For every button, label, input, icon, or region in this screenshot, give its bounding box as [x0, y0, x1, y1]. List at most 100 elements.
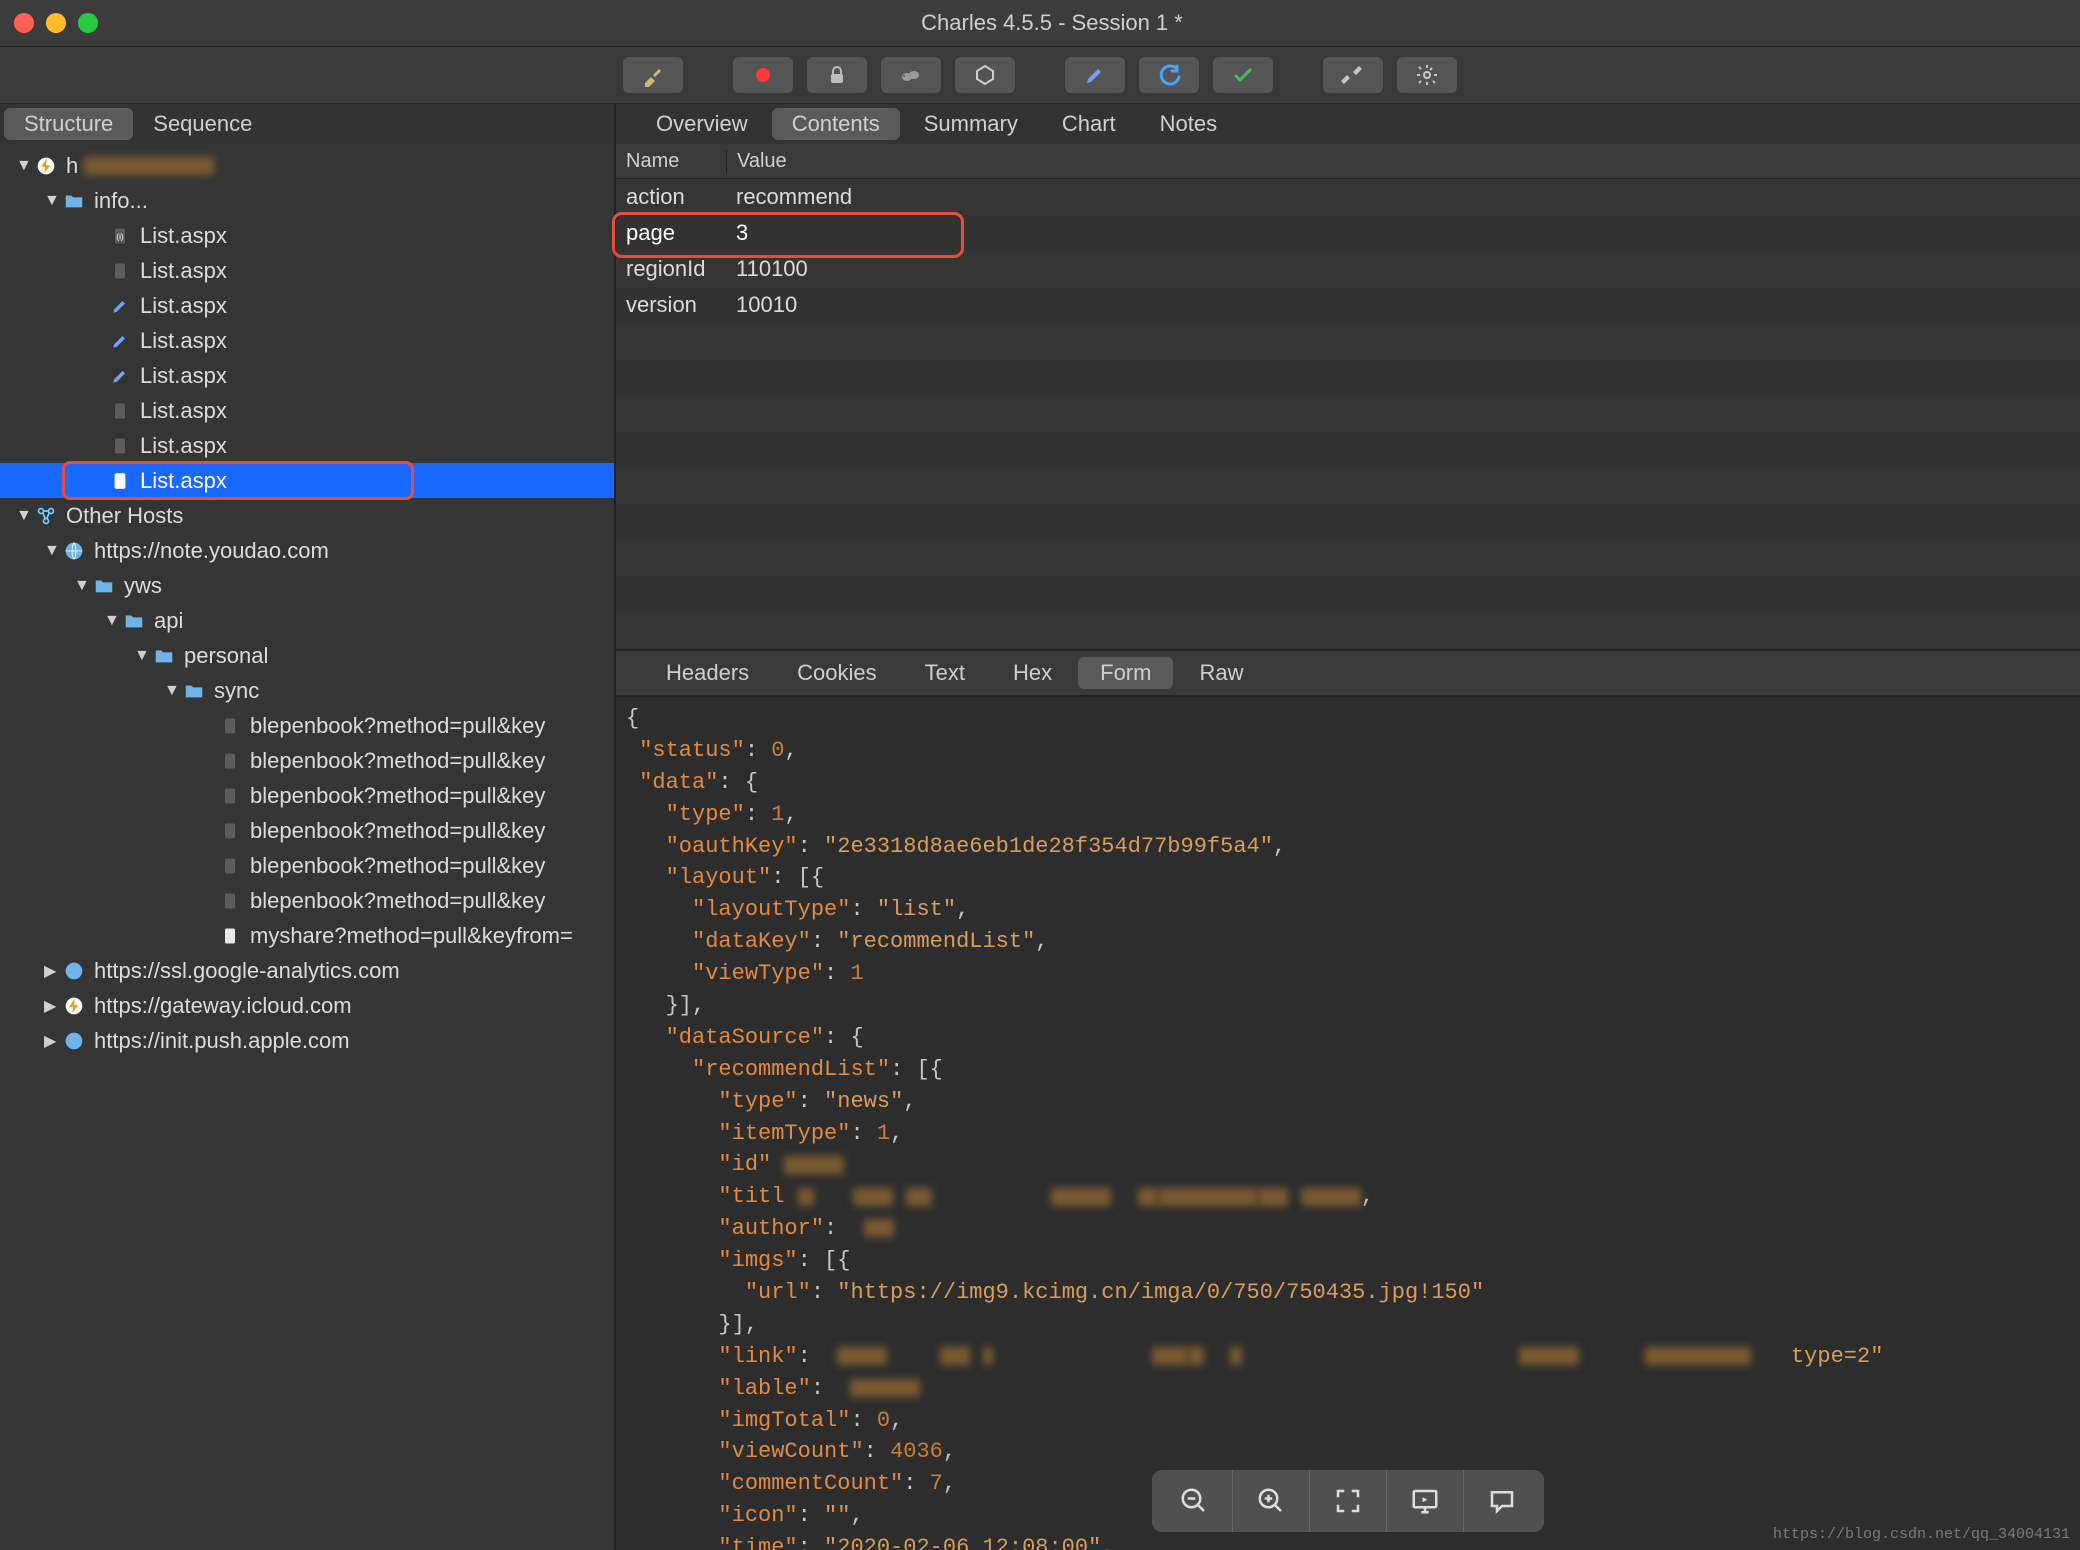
tree-label: myshare?method=pull&keyfrom=	[250, 923, 573, 949]
folder-icon	[122, 609, 146, 633]
lock-button[interactable]	[807, 57, 867, 93]
zoom-out-button[interactable]	[1156, 1470, 1233, 1532]
kv-name: version	[616, 292, 726, 318]
breakpoints-button[interactable]	[955, 57, 1015, 93]
tree-node-host[interactable]: ▼h	[0, 148, 614, 183]
tree-node-file[interactable]: List.aspx	[0, 323, 614, 358]
json-str: type=2	[1791, 1344, 1870, 1369]
tab-chart[interactable]: Chart	[1042, 108, 1136, 140]
tree-label: List.aspx	[140, 468, 227, 494]
json-num: 1	[771, 802, 784, 827]
globe-icon	[62, 1029, 86, 1053]
tree-label: List.aspx	[140, 363, 227, 389]
kv-header-value[interactable]: Value	[727, 150, 787, 173]
tree-node-folder[interactable]: ▼info...	[0, 183, 614, 218]
tree-node-file[interactable]: blepenbook?method=pull&key	[0, 813, 614, 848]
tab-overview[interactable]: Overview	[636, 108, 768, 140]
tree-node-otherhosts[interactable]: ▼Other Hosts	[0, 498, 614, 533]
tree-label: yws	[124, 573, 162, 599]
tree-node-file[interactable]: blepenbook?method=pull&key	[0, 848, 614, 883]
tree-label: https://gateway.icloud.com	[94, 993, 352, 1019]
kv-name: action	[616, 184, 726, 210]
json-viewer[interactable]: { "status": 0, "data": { "type": 1, "oau…	[616, 697, 2080, 1550]
tree-node-host[interactable]: ▼https://note.youdao.com	[0, 533, 614, 568]
tab-sequence[interactable]: Sequence	[133, 108, 272, 140]
tab-summary[interactable]: Summary	[904, 108, 1038, 140]
tab-structure[interactable]: Structure	[4, 108, 133, 140]
tree-label: https://note.youdao.com	[94, 538, 329, 564]
tree-node-file[interactable]: List.aspx	[0, 288, 614, 323]
folder-icon	[92, 574, 116, 598]
tab-contents[interactable]: Contents	[772, 108, 900, 140]
tab-text[interactable]: Text	[903, 657, 987, 689]
close-window-icon[interactable]	[14, 13, 34, 33]
kv-row[interactable]: actionrecommend	[616, 179, 2080, 215]
kv-row[interactable]: regionId110100	[616, 251, 2080, 287]
tree-node-host[interactable]: ▶https://init.push.apple.com	[0, 1023, 614, 1058]
doc-icon	[218, 924, 242, 948]
kv-value: 10010	[726, 292, 797, 318]
tree-node-folder[interactable]: ▼yws	[0, 568, 614, 603]
tree-node-file[interactable]: myshare?method=pull&keyfrom=	[0, 918, 614, 953]
kv-row[interactable]: page3	[616, 215, 2080, 251]
tree-label: h	[66, 153, 78, 179]
json-num: 0	[771, 738, 784, 763]
tree-node-file[interactable]: List.aspx	[0, 358, 614, 393]
tree-node-file[interactable]: blepenbook?method=pull&key	[0, 883, 614, 918]
tree-node-file[interactable]: List.aspx	[0, 253, 614, 288]
pencil-icon	[108, 294, 132, 318]
tree-label: List.aspx	[140, 258, 227, 284]
tree-node-file[interactable]: blepenbook?method=pull&key	[0, 743, 614, 778]
tree-node-folder[interactable]: ▼personal	[0, 638, 614, 673]
file-icon	[108, 259, 132, 283]
kv-value: 110100	[726, 256, 808, 282]
float-toolbar	[1152, 1470, 1544, 1532]
kv-row[interactable]: version10010	[616, 287, 2080, 323]
folder-icon	[62, 189, 86, 213]
file-icon	[108, 434, 132, 458]
repeat-button[interactable]	[1139, 57, 1199, 93]
zoom-window-icon[interactable]	[78, 13, 98, 33]
tab-form[interactable]: Form	[1078, 657, 1173, 689]
record-button[interactable]	[733, 57, 793, 93]
validate-button[interactable]	[1213, 57, 1273, 93]
json-str: https://img9.kcimg.cn/imga/0/750/750435.…	[850, 1280, 1471, 1305]
tree-node-host[interactable]: ▶https://gateway.icloud.com	[0, 988, 614, 1023]
main-split: Structure Sequence ▼h ▼info... (i) List.a…	[0, 104, 2080, 1550]
file-icon: (i)	[108, 224, 132, 248]
compose-button[interactable]	[1065, 57, 1125, 93]
throttle-button[interactable]	[881, 57, 941, 93]
traffic-lights	[14, 13, 98, 33]
tree-label: List.aspx	[140, 223, 227, 249]
tab-cookies[interactable]: Cookies	[775, 657, 898, 689]
json-key: link	[732, 1344, 785, 1369]
kv-value: 3	[726, 220, 748, 246]
kv-header-name[interactable]: Name	[616, 150, 727, 173]
settings-button[interactable]	[1397, 57, 1457, 93]
fullscreen-button[interactable]	[1310, 1470, 1387, 1532]
tree-node-folder[interactable]: ▼sync	[0, 673, 614, 708]
tree-node-folder[interactable]: ▼api	[0, 603, 614, 638]
tools-button[interactable]	[1323, 57, 1383, 93]
tab-hex[interactable]: Hex	[991, 657, 1074, 689]
broom-button[interactable]	[623, 57, 683, 93]
minimize-window-icon[interactable]	[46, 13, 66, 33]
tree-node-host[interactable]: ▶https://ssl.google-analytics.com	[0, 953, 614, 988]
tree-node-file-selected[interactable]: List.aspx	[0, 463, 614, 498]
tree-node-file[interactable]: blepenbook?method=pull&key	[0, 778, 614, 813]
tab-raw[interactable]: Raw	[1177, 657, 1265, 689]
tree-node-file[interactable]: blepenbook?method=pull&key	[0, 708, 614, 743]
tree-label: blepenbook?method=pull&key	[250, 783, 545, 809]
tree-node-file[interactable]: List.aspx	[0, 393, 614, 428]
tree[interactable]: ▼h ▼info... (i) List.aspx List.aspx List.…	[0, 144, 614, 1550]
tree-node-file[interactable]: (i) List.aspx	[0, 218, 614, 253]
comment-button[interactable]	[1464, 1470, 1540, 1532]
tab-headers[interactable]: Headers	[644, 657, 771, 689]
tab-notes[interactable]: Notes	[1140, 108, 1237, 140]
tree-node-file[interactable]: List.aspx	[0, 428, 614, 463]
tree-label: List.aspx	[140, 398, 227, 424]
tree-label: List.aspx	[140, 433, 227, 459]
zoom-in-button[interactable]	[1233, 1470, 1310, 1532]
json-num: 1	[877, 1121, 890, 1146]
present-button[interactable]	[1387, 1470, 1464, 1532]
